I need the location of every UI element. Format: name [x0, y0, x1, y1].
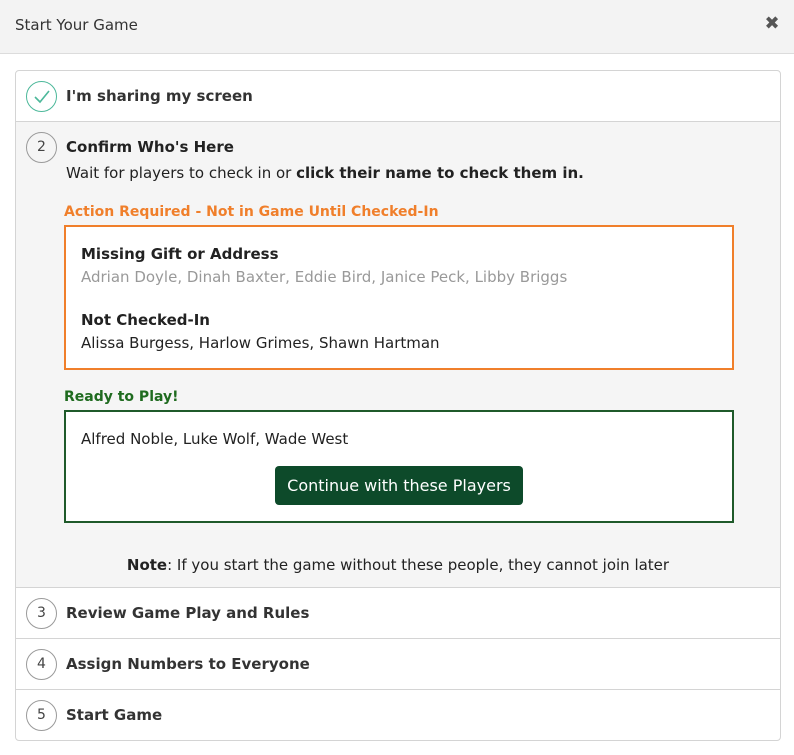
modal-header: Start Your Game ✖	[0, 0, 794, 54]
steps-list: I'm sharing my screen 2 Confirm Who's He…	[15, 70, 781, 741]
ready-to-play-box: Alfred Noble, Luke Wolf, Wade West Conti…	[64, 410, 734, 523]
not-checked-in-names[interactable]: Alissa Burgess, Harlow Grimes, Shawn Har…	[81, 334, 440, 352]
action-required-heading: Action Required - Not in Game Until Chec…	[64, 204, 439, 220]
step-complete-check-icon	[26, 81, 57, 112]
missing-gift-heading: Missing Gift or Address	[81, 245, 279, 263]
step-title: I'm sharing my screen	[66, 87, 253, 105]
step-number: 2	[26, 132, 57, 163]
step-sharing-screen[interactable]: I'm sharing my screen	[16, 71, 780, 122]
step-start-game[interactable]: 5 Start Game	[16, 690, 780, 740]
modal-title: Start Your Game	[15, 16, 138, 34]
continue-with-players-button[interactable]: Continue with these Players	[275, 466, 523, 505]
step-review-rules[interactable]: 3 Review Game Play and Rules	[16, 588, 780, 639]
instructions-text: Wait for players to check in or	[66, 164, 297, 182]
warning-note: Note: If you start the game without thes…	[16, 556, 780, 574]
step-number: 5	[26, 700, 57, 731]
action-required-box: Missing Gift or Address Adrian Doyle, Di…	[64, 225, 734, 370]
step-title: Start Game	[66, 706, 163, 724]
step-confirm-whos-here: 2 Confirm Who's Here Wait for players to…	[16, 122, 780, 588]
step-title: Confirm Who's Here	[66, 138, 234, 156]
not-checked-in-heading: Not Checked-In	[81, 311, 210, 329]
step-instructions: Wait for players to check in or click th…	[66, 164, 584, 182]
missing-gift-names[interactable]: Adrian Doyle, Dinah Baxter, Eddie Bird, …	[81, 268, 567, 286]
step-number: 4	[26, 649, 57, 680]
close-icon[interactable]: ✖	[763, 13, 781, 35]
instructions-bold-text: click their name to check them in.	[296, 164, 584, 182]
ready-player-names[interactable]: Alfred Noble, Luke Wolf, Wade West	[81, 430, 348, 448]
step-number: 3	[26, 598, 57, 629]
note-label: Note	[126, 556, 168, 574]
ready-to-play-heading: Ready to Play!	[64, 389, 179, 405]
step-title: Assign Numbers to Everyone	[66, 655, 310, 673]
step-title: Review Game Play and Rules	[66, 604, 310, 622]
step-assign-numbers[interactable]: 4 Assign Numbers to Everyone	[16, 639, 780, 690]
note-text: : If you start the game without these pe…	[167, 556, 670, 574]
